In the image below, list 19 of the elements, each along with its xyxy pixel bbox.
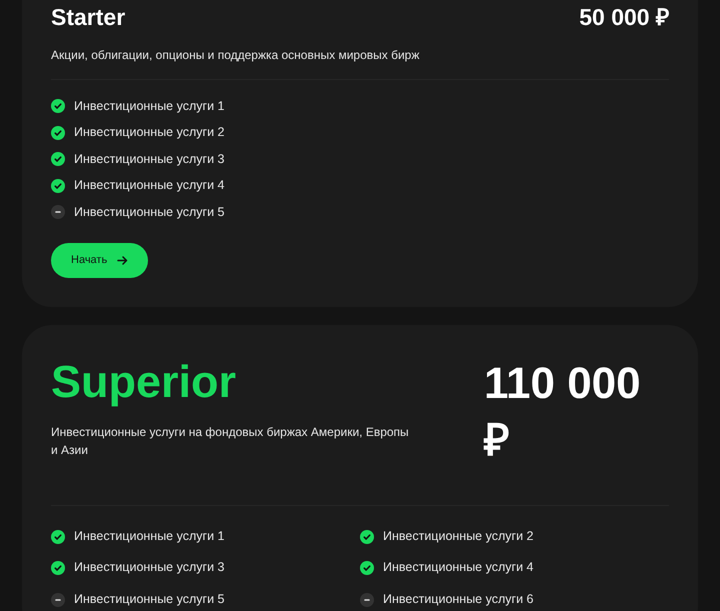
feature-text: Инвестиционные услуги 2 [74,124,224,142]
plan-title: Starter [51,4,126,32]
feature-text: Инвестиционные услуги 4 [74,177,224,194]
feature-text: Инвестиционные услуги 5 [74,204,224,221]
feature-text: Инвестиционные услуги 1 [74,528,224,545]
start-button[interactable]: Начать [51,243,148,278]
plan-price: 50 000 ₽ [579,4,669,32]
plan-description: Акции, облигации, опционы и поддержка основных мировых бирж [51,46,420,64]
plan-title: Superior [51,354,238,409]
feature-text: Инвестиционные услуги 6 [383,590,534,608]
feature-text: Инвестиционные услуги 1 [74,98,224,115]
plan-price: 110 000 ₽ [484,358,642,467]
feature-text: Инвестиционные услуги 3 [74,150,224,168]
arrow-icon [117,254,128,266]
feature-text: Инвестиционные услуги 3 [74,559,224,576]
plan-description: Инвестиционные услуги на фондовых биржах Америки, Европы и Азии [51,424,410,459]
feature-text: Инвестиционные услуги 4 [383,559,534,576]
feature-text: Инвестиционные услуги 5 [74,590,224,608]
feature-text: Инвестиционные услуги 2 [383,528,534,545]
